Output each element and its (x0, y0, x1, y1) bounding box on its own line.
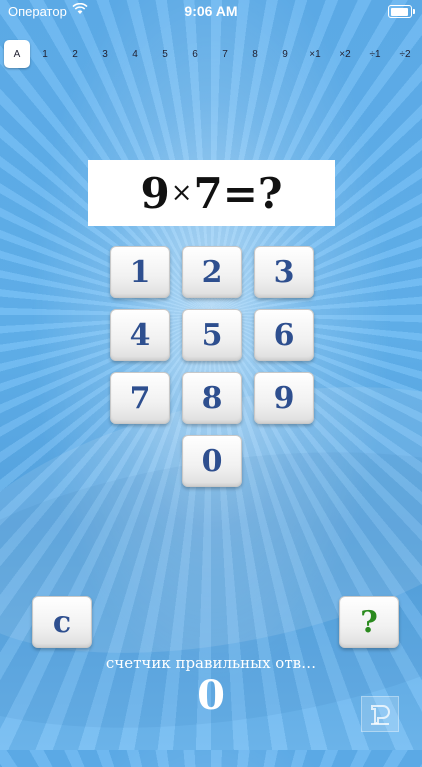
tab-4[interactable]: 4 (120, 40, 150, 68)
tab-1[interactable]: 1 (30, 40, 60, 68)
help-button[interactable]: ? (339, 596, 399, 648)
key-2-button[interactable]: 2 (182, 246, 242, 298)
app-logo-icon (361, 696, 399, 732)
battery-icon (388, 5, 415, 18)
tab-all[interactable]: A (4, 40, 30, 68)
key-5-button[interactable]: 5 (182, 309, 242, 361)
question-unknown: ? (257, 168, 283, 218)
question-display: 9 × 7 = ? (88, 160, 335, 226)
tab-multiply-1[interactable]: ×1 (300, 40, 330, 68)
key-0-button[interactable]: 0 (182, 435, 242, 487)
tab-2[interactable]: 2 (60, 40, 90, 68)
tab-5[interactable]: 5 (150, 40, 180, 68)
tab-3[interactable]: 3 (90, 40, 120, 68)
tab-multiply-2[interactable]: ×2 (330, 40, 360, 68)
correct-answers-counter-label: счетчик правильных отв… (105, 654, 317, 672)
clear-button[interactable]: c (32, 596, 92, 648)
tab-divide-1[interactable]: ÷1 (360, 40, 390, 68)
tab-9[interactable]: 9 (270, 40, 300, 68)
tab-6[interactable]: 6 (180, 40, 210, 68)
correct-answers-counter-value: 0 (197, 672, 225, 719)
key-7-button[interactable]: 7 (110, 372, 170, 424)
status-bar: Оператор 9:06 AM (0, 0, 422, 24)
level-tab-strip: A 1 2 3 4 5 6 7 8 9 ×1 ×2 ÷1 ÷2 (0, 38, 422, 70)
key-6-button[interactable]: 6 (254, 309, 314, 361)
status-time: 9:06 AM (184, 3, 238, 19)
question-operator: × (170, 178, 193, 208)
question-left-operand: 9 (140, 168, 170, 218)
key-8-button[interactable]: 8 (182, 372, 242, 424)
question-equals: = (222, 168, 258, 218)
tab-7[interactable]: 7 (210, 40, 240, 68)
key-4-button[interactable]: 4 (110, 309, 170, 361)
key-9-button[interactable]: 9 (254, 372, 314, 424)
key-3-button[interactable]: 3 (254, 246, 314, 298)
question-right-operand: 7 (193, 168, 223, 218)
tab-divide-2[interactable]: ÷2 (390, 40, 420, 68)
key-1-button[interactable]: 1 (110, 246, 170, 298)
tab-8[interactable]: 8 (240, 40, 270, 68)
